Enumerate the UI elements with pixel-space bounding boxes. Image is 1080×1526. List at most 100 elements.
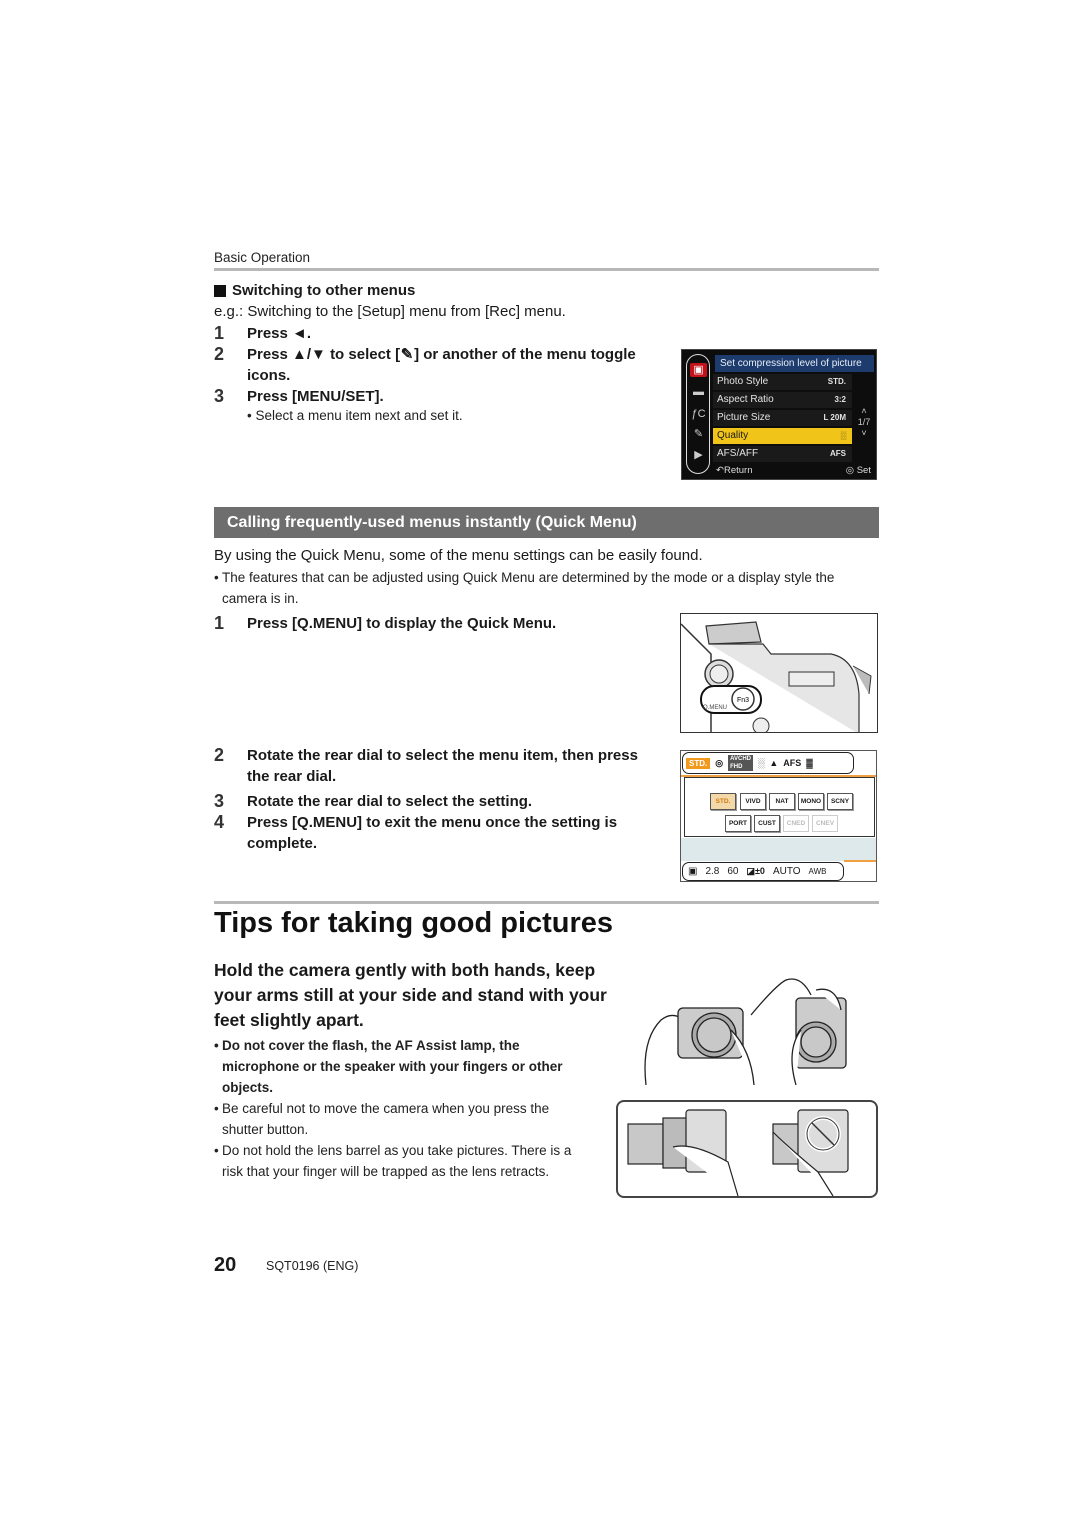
setup-menu-screenshot: ▣ ▬ ƒC ✎ ▶ Set compression level of pict… [681,349,877,480]
step-text: Press [Q.MENU] to display the Quick Menu… [247,615,557,632]
menu-row-label: Picture Size [717,412,771,423]
tips-bullets: • Do not cover the flash, the AF Assist … [214,1035,589,1182]
bullet-dot: • [214,1038,219,1053]
section-divider [214,901,879,904]
breadcrumb: Basic Operation [214,250,311,265]
option-cined: CNED [783,815,809,832]
switch-step-3: 3 Press [MENU/SET]. [214,386,384,407]
rec-menu-icon: ▣ [690,363,707,377]
menu-row-value: ░ [840,431,846,440]
bullet-dot: • [214,1143,219,1158]
quick-menu-screenshot: STD. ◎ AVCHD FHD ░ ▲ AFS ▓ STD. VIVD NAT … [680,750,877,882]
menu-row-label: Quality [717,430,749,441]
photo-style-item: STD. [686,757,711,769]
square-bullet-icon [214,284,226,297]
iso-value: AUTO [772,866,801,877]
menu-help-title: Set compression level of picture [715,355,874,372]
metering-icon: ▓ [806,758,813,768]
bullet-dot: • [214,1101,219,1116]
switching-example: e.g.: Switching to the [Setup] menu from… [214,303,566,320]
step-number: 2 [214,344,225,364]
set-label: ◎ Set [845,465,871,476]
holding-camera-illustration [644,978,847,1086]
menu-row-label: AFS/AFF [717,448,759,459]
camera-back-illustration: Fn3 Q.MENU [680,613,878,733]
step-text: Press [MENU/SET]. [247,388,384,405]
focus-mode-item: AFS [783,758,802,768]
fn3-button-label: Fn3 [737,697,749,704]
menu-row-picture-size: Picture Size L 20M [713,410,852,426]
step-text: Rotate the rear dial to select the menu … [247,747,638,785]
page-number: 20 [214,1254,237,1276]
shutter-speed-value: 60 [727,866,739,877]
playback-menu-icon: ▶ [694,449,703,461]
menu-row-label: Aspect Ratio [717,394,774,405]
tip-bullet: • Do not cover the flash, the AF Assist … [214,1035,589,1098]
flash-icon: ◎ [715,757,724,768]
qm-step-2: 2 Rotate the rear dial to select the men… [214,745,647,787]
rec-format-item: AVCHD FHD [728,755,753,771]
step-text-part: Press ▲/▼ to select [ [247,346,401,363]
menu-row-value: 3:2 [834,395,846,404]
option-std: STD. [710,793,736,810]
switch-step-2: 2 Press ▲/▼ to select [✎] or another of … [214,344,647,386]
option-portrait: PORT [725,815,751,832]
picture-size-icon: ░ [757,758,765,768]
aperture-value: 2.8 [705,866,720,877]
quick-menu-bullet: • The features that can be adjusted usin… [214,567,879,609]
document-code: SQT0196 (ENG) [266,1259,359,1273]
camera-body-drawing: Fn3 Q.MENU [681,621,872,732]
metering-mode-icon: ▣ [688,866,698,877]
menu-row-value: STD. [827,377,846,386]
menu-row-aspect-ratio: Aspect Ratio 3:2 [713,392,852,408]
option-cinev: CNEV [812,815,838,832]
qm-step-3: 3 Rotate the rear dial to select the set… [214,791,532,812]
menu-row-label: Photo Style [717,376,769,387]
step-text: Rotate the rear dial to select the setti… [247,793,533,810]
rec-format-label: AVCHD [730,756,751,762]
chevron-down-icon: ˅ [861,428,867,438]
menu-row-afs-aff: AFS/AFF AFS [713,446,852,462]
quick-menu-top-bar: STD. ◎ AVCHD FHD ░ ▲ AFS ▓ [682,752,854,774]
return-label: ↶Return [716,465,753,476]
setup-menu-icon: ✎ [693,428,704,440]
option-natural: NAT [769,793,795,810]
step-number: 3 [214,386,225,406]
motion-picture-menu-icon: ▬ [693,386,704,398]
menu-row-value: L 20M [823,413,846,422]
step-number: 2 [214,745,225,765]
switching-heading-text: Switching to other menus [232,282,416,299]
step-number: 1 [214,613,225,633]
quick-menu-background [681,838,876,861]
step-text: Press ◄. [247,325,312,342]
white-balance-value: AWB [808,867,827,876]
tip-bullet: • Be careful not to move the camera when… [214,1098,589,1140]
quality-icon: ▲ [769,758,779,768]
orange-divider [844,860,876,862]
switch-note: • Select a menu item next and set it. [247,408,463,423]
header-divider [214,268,879,271]
exposure-compensation-value: ◪±0 [746,866,765,876]
qmenu-button-label: Q.MENU [703,705,727,711]
step-number: 1 [214,323,225,343]
chevron-up-icon: ˄ [861,406,867,416]
custom-menu-icon: ƒC [691,408,706,420]
rec-quality-label: FHD [730,764,743,770]
lens-barrel-illustration [627,1109,849,1197]
quick-menu-intro: By using the Quick Menu, some of the men… [214,547,703,564]
qm-step-4: 4 Press [Q.MENU] to exit the menu once t… [214,812,667,854]
menu-toggle-icons: ▣ ▬ ƒC ✎ ▶ [686,354,710,474]
step-number: 4 [214,812,225,832]
menu-row-quality: Quality ░ [713,428,852,444]
switching-heading: Switching to other menus [214,282,415,299]
bullet-text: Be careful not to move the camera when y… [222,1101,550,1137]
step-text: Press ▲/▼ to select [✎] or another of th… [247,344,647,386]
tip-bullet: • Do not hold the lens barrel as you tak… [214,1140,589,1182]
bullet-text: Do not hold the lens barrel as you take … [222,1143,572,1179]
wrench-icon: ✎ [400,346,414,363]
menu-pager: ˄ 1/7 ˅ [856,406,872,439]
menu-row-photo-style: Photo Style STD. [713,374,852,390]
bullet-text: The features that can be adjusted using … [222,570,835,606]
tips-lead: Hold the camera gently with both hands, … [214,960,607,1030]
bullet-text: Do not cover the flash, the AF Assist la… [222,1038,563,1095]
